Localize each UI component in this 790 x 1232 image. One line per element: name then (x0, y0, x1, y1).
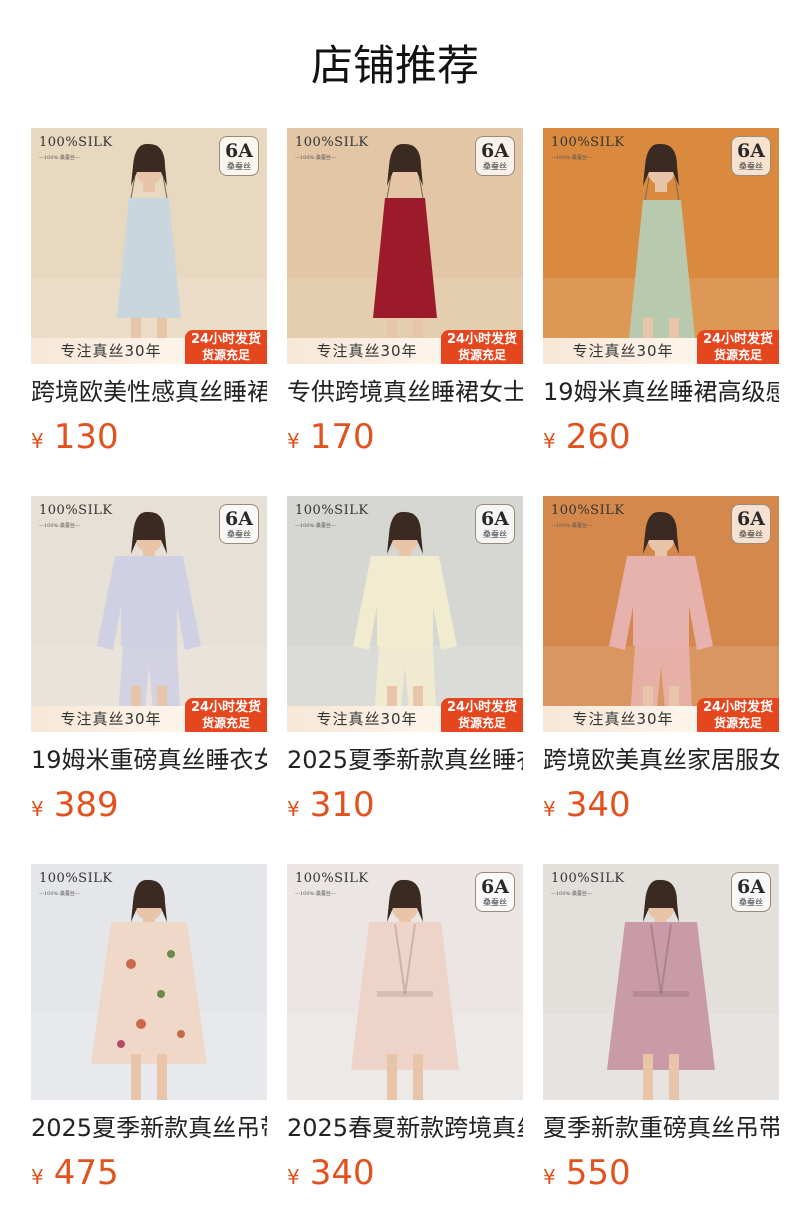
product-price: ¥130 (31, 416, 119, 458)
product-card[interactable]: 100%SILK —100%·桑蚕丝— 6A 桑蚕丝 专注真丝30年 24小时发… (31, 496, 267, 836)
product-price: ¥389 (31, 784, 119, 826)
price-value: 550 (565, 1153, 631, 1193)
product-image[interactable]: 100%SILK —100%·桑蚕丝— 6A 桑蚕丝 专注真丝30年 24小时发… (31, 128, 267, 364)
silk-logo: 100%SILK —100%·桑蚕丝— (551, 503, 625, 530)
product-image[interactable]: 100%SILK —100%·桑蚕丝— 6A 桑蚕丝 专注真丝30年 24小时发… (543, 128, 779, 364)
promo-years-label: 专注真丝30年 (31, 338, 191, 364)
promo-shipping-badge: 24小时发货 货源充足 (185, 330, 267, 364)
product-grid: 100%SILK —100%·桑蚕丝— 6A 桑蚕丝 专注真丝30年 24小时发… (0, 0, 790, 1232)
promo-years-label: 专注真丝30年 (287, 338, 447, 364)
product-image[interactable]: 100%SILK —100%·桑蚕丝— 6A 桑蚕丝 (287, 864, 523, 1100)
currency-symbol: ¥ (31, 1165, 44, 1189)
product-price: ¥475 (31, 1152, 119, 1194)
price-value: 340 (309, 1153, 375, 1193)
currency-symbol: ¥ (31, 797, 44, 821)
price-value: 389 (53, 785, 119, 825)
price-value: 260 (565, 417, 631, 457)
product-name[interactable]: 2025夏季新款真丝睡衣 (287, 744, 523, 778)
product-name[interactable]: 夏季新款重磅真丝吊带 (543, 1112, 779, 1146)
product-name[interactable]: 2025夏季新款真丝吊带 (31, 1112, 267, 1146)
product-price: ¥310 (287, 784, 375, 826)
product-card[interactable]: 100%SILK —100%·桑蚕丝— 6A 桑蚕丝 夏季新款重磅真丝吊带 ¥5… (543, 864, 779, 1204)
price-value: 310 (309, 785, 375, 825)
grade-badge: 6A 桑蚕丝 (219, 504, 259, 544)
currency-symbol: ¥ (287, 429, 300, 453)
product-image[interactable]: 100%SILK —100%·桑蚕丝— 6A 桑蚕丝 (543, 864, 779, 1100)
silk-logo: 100%SILK —100%·桑蚕丝— (295, 135, 369, 162)
product-card[interactable]: 100%SILK —100%·桑蚕丝— 6A 桑蚕丝 2025春夏新款跨境真丝 … (287, 864, 523, 1204)
product-image[interactable]: 100%SILK —100%·桑蚕丝— 6A 桑蚕丝 专注真丝30年 24小时发… (31, 496, 267, 732)
product-price: ¥550 (543, 1152, 631, 1194)
promo-shipping-badge: 24小时发货 货源充足 (697, 330, 779, 364)
currency-symbol: ¥ (31, 429, 44, 453)
currency-symbol: ¥ (287, 797, 300, 821)
product-card[interactable]: 100%SILK —100%·桑蚕丝— 6A 桑蚕丝 专注真丝30年 24小时发… (543, 128, 779, 468)
currency-symbol: ¥ (543, 429, 556, 453)
product-image[interactable]: 100%SILK —100%·桑蚕丝— 6A 桑蚕丝 专注真丝30年 24小时发… (287, 128, 523, 364)
promo-years-label: 专注真丝30年 (31, 706, 191, 732)
product-card[interactable]: 100%SILK —100%·桑蚕丝— 6A 桑蚕丝 专注真丝30年 24小时发… (543, 496, 779, 836)
product-image[interactable]: 100%SILK —100%·桑蚕丝— 6A 桑蚕丝 专注真丝30年 24小时发… (543, 496, 779, 732)
price-value: 170 (309, 417, 375, 457)
promo-shipping-badge: 24小时发货 货源充足 (697, 698, 779, 732)
product-price: ¥340 (287, 1152, 375, 1194)
promo-years-label: 专注真丝30年 (543, 338, 703, 364)
grade-badge: 6A 桑蚕丝 (475, 504, 515, 544)
product-name[interactable]: 跨境欧美真丝家居服女 (543, 744, 779, 778)
price-value: 130 (53, 417, 119, 457)
currency-symbol: ¥ (543, 797, 556, 821)
silk-logo: 100%SILK —100%·桑蚕丝— (39, 871, 113, 898)
grade-badge: 6A 桑蚕丝 (731, 136, 771, 176)
silk-logo: 100%SILK —100%·桑蚕丝— (295, 503, 369, 530)
grade-badge: 6A 桑蚕丝 (219, 136, 259, 176)
grade-badge: 6A 桑蚕丝 (475, 872, 515, 912)
product-card[interactable]: 100%SILK —100%·桑蚕丝— 6A 桑蚕丝 专注真丝30年 24小时发… (287, 128, 523, 468)
promo-years-label: 专注真丝30年 (287, 706, 447, 732)
product-name[interactable]: 专供跨境真丝睡裙女士 (287, 376, 523, 410)
product-image[interactable]: 100%SILK —100%·桑蚕丝— (31, 864, 267, 1100)
price-value: 475 (53, 1153, 119, 1193)
product-card[interactable]: 100%SILK —100%·桑蚕丝— 6A 桑蚕丝 专注真丝30年 24小时发… (287, 496, 523, 836)
product-name[interactable]: 2025春夏新款跨境真丝 (287, 1112, 523, 1146)
silk-logo: 100%SILK —100%·桑蚕丝— (551, 871, 625, 898)
product-card[interactable]: 100%SILK —100%·桑蚕丝— 2025夏季新款真丝吊带 ¥475 (31, 864, 267, 1204)
product-name[interactable]: 19姆米真丝睡裙高级感 (543, 376, 779, 410)
product-price: ¥260 (543, 416, 631, 458)
product-image[interactable]: 100%SILK —100%·桑蚕丝— 6A 桑蚕丝 专注真丝30年 24小时发… (287, 496, 523, 732)
product-price: ¥340 (543, 784, 631, 826)
grade-badge: 6A 桑蚕丝 (475, 136, 515, 176)
product-name[interactable]: 跨境欧美性感真丝睡裙 (31, 376, 267, 410)
silk-logo: 100%SILK —100%·桑蚕丝— (295, 871, 369, 898)
currency-symbol: ¥ (543, 1165, 556, 1189)
price-value: 340 (565, 785, 631, 825)
product-card[interactable]: 100%SILK —100%·桑蚕丝— 6A 桑蚕丝 专注真丝30年 24小时发… (31, 128, 267, 468)
silk-logo: 100%SILK —100%·桑蚕丝— (39, 135, 113, 162)
currency-symbol: ¥ (287, 1165, 300, 1189)
promo-shipping-badge: 24小时发货 货源充足 (185, 698, 267, 732)
product-name[interactable]: 19姆米重磅真丝睡衣女 (31, 744, 267, 778)
grade-badge: 6A 桑蚕丝 (731, 504, 771, 544)
silk-logo: 100%SILK —100%·桑蚕丝— (39, 503, 113, 530)
product-price: ¥170 (287, 416, 375, 458)
promo-shipping-badge: 24小时发货 货源充足 (441, 698, 523, 732)
promo-years-label: 专注真丝30年 (543, 706, 703, 732)
promo-shipping-badge: 24小时发货 货源充足 (441, 330, 523, 364)
grade-badge: 6A 桑蚕丝 (731, 872, 771, 912)
silk-logo: 100%SILK —100%·桑蚕丝— (551, 135, 625, 162)
